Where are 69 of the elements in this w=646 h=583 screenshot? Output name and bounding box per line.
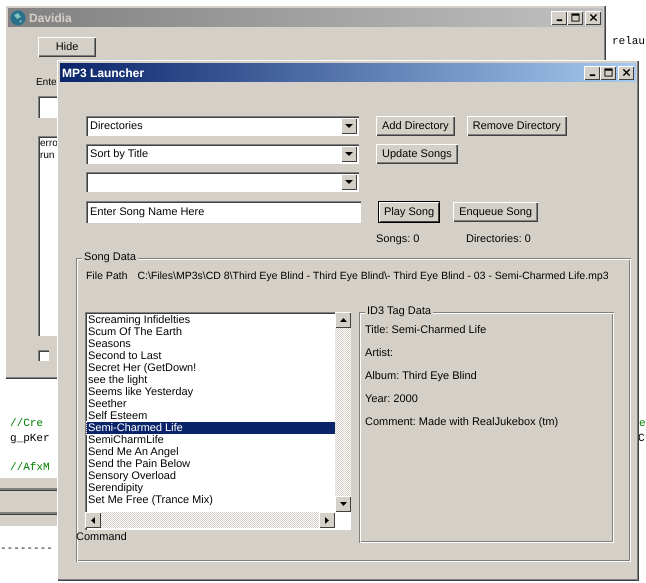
- checkbox[interactable]: [38, 350, 49, 361]
- horizontal-scrollbar[interactable]: [85, 512, 335, 528]
- song-item[interactable]: Set Me Free (Trance Mix): [87, 494, 335, 506]
- dropdown-arrow-icon: [345, 124, 353, 128]
- window-title: Davidia: [29, 10, 73, 24]
- maximize-icon: [604, 68, 612, 77]
- window-title: MP3 Launcher: [62, 66, 146, 80]
- command-label: Command: [76, 531, 128, 543]
- log-line: erro: [40, 138, 58, 150]
- song-item[interactable]: Serendipity: [87, 482, 335, 494]
- code-text: relau: [612, 36, 646, 48]
- songs-count: Songs: 0: [376, 233, 420, 245]
- down-arrow-icon: [340, 502, 346, 506]
- close-icon: [622, 68, 630, 77]
- maximize-icon: [570, 13, 580, 22]
- log-line: run: [40, 150, 54, 162]
- tag-line: Artist:: [365, 347, 394, 359]
- dropdown-arrow-icon: [345, 180, 353, 184]
- editor-toolbar: [0, 478, 60, 526]
- maximize-button[interactable]: [600, 66, 616, 80]
- add-directory-button[interactable]: Add Directory: [376, 116, 455, 136]
- file-path: C:\Files\MP3s\CD 8\Third Eye Blind - Third Eye Blind\- Third Eye Blind - 03 - Semi-Charmed Life.mp3: [137, 270, 609, 282]
- code-text: //Cre: [10, 418, 44, 430]
- song-item[interactable]: Seether: [87, 398, 335, 410]
- code-text: //AfxM: [10, 462, 50, 474]
- sort-dropdown[interactable]: Sort by Title: [86, 144, 359, 164]
- close-icon: [588, 13, 598, 22]
- song-item[interactable]: Self Esteem: [87, 410, 335, 422]
- song-item[interactable]: Second to Last: [87, 350, 335, 362]
- globe-icon: [10, 10, 26, 26]
- dropdown-arrow-icon: [345, 152, 353, 156]
- directories-count: Directories: 0: [466, 233, 531, 245]
- minimize-button[interactable]: [584, 66, 600, 80]
- song-item[interactable]: see the light: [87, 374, 335, 386]
- tag-line: Title: Semi-Charmed Life: [365, 324, 488, 336]
- song-item[interactable]: Screaming Infidelties: [87, 314, 335, 326]
- group-title: ID3 Tag Data: [365, 305, 434, 317]
- song-list[interactable]: [85, 312, 351, 530]
- code-text: e: [639, 418, 646, 430]
- hide-button[interactable]: Hide: [38, 37, 96, 57]
- song-item[interactable]: Sensory Overload: [87, 470, 335, 482]
- tag-line: Comment: Made with RealJukebox (tm): [365, 416, 560, 428]
- dropdown[interactable]: [86, 172, 359, 192]
- right-arrow-icon: [325, 516, 329, 524]
- song-item[interactable]: Seems like Yesterday: [87, 386, 335, 398]
- song-item[interactable]: Seasons: [87, 338, 335, 350]
- vertical-scrollbar[interactable]: [335, 312, 351, 512]
- song-item[interactable]: Scum Of The Earth: [87, 326, 335, 338]
- song-item[interactable]: Send the Pain Below: [87, 458, 335, 470]
- update-songs-button[interactable]: Update Songs: [376, 144, 458, 164]
- group-title: Song Data: [82, 251, 138, 263]
- song-item[interactable]: Send Me An Angel: [87, 446, 335, 458]
- tag-line: Year: 2000: [365, 393, 419, 405]
- left-arrow-icon: [91, 516, 95, 524]
- code-text: --------: [0, 543, 53, 555]
- code-text: g_pKer: [10, 433, 50, 445]
- song-item[interactable]: Semi-Charmed Life: [87, 422, 335, 434]
- song-name-field[interactable]: Enter Song Name Here: [86, 201, 361, 223]
- up-arrow-icon: [340, 318, 346, 322]
- enqueue-song-button[interactable]: Enqueue Song: [453, 202, 538, 222]
- song-item[interactable]: SemiCharmLife: [87, 434, 335, 446]
- directories-dropdown[interactable]: Directories: [86, 116, 359, 136]
- file-path-label: File Path: [86, 270, 128, 282]
- field-label: Ente: [36, 77, 57, 88]
- play-song-button[interactable]: Play Song: [378, 201, 440, 223]
- tag-line: Album: Third Eye Blind: [365, 370, 478, 382]
- close-button[interactable]: [618, 66, 634, 80]
- remove-directory-button[interactable]: Remove Directory: [466, 116, 567, 136]
- song-item[interactable]: Secret Her (GetDown!: [87, 362, 335, 374]
